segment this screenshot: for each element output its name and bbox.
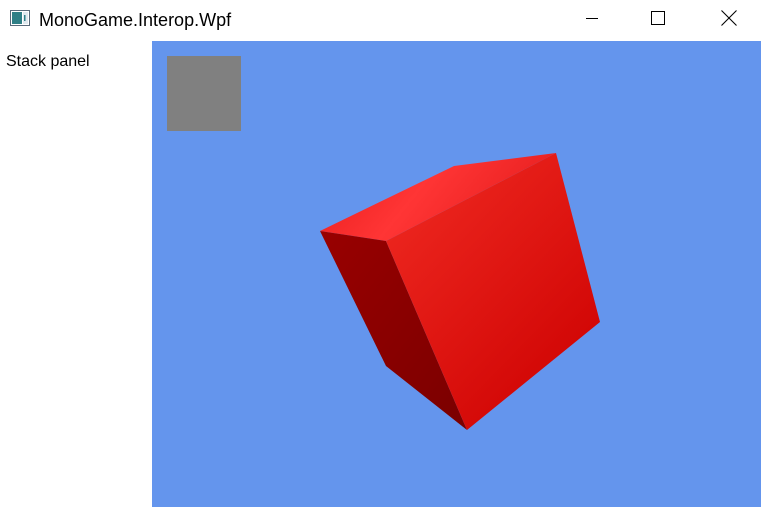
close-button[interactable] [706, 0, 752, 40]
close-icon [721, 9, 737, 31]
window-title: MonoGame.Interop.Wpf [39, 10, 232, 30]
maximize-button[interactable] [635, 0, 681, 40]
stack-panel: Stack panel [0, 40, 152, 507]
maximize-icon [651, 10, 665, 30]
app-window-icon [10, 10, 30, 26]
minimize-icon [586, 11, 598, 29]
gray-square [167, 56, 241, 131]
title-bar[interactable]: MonoGame.Interop.Wpf [0, 0, 761, 40]
minimize-button[interactable] [569, 0, 615, 40]
monogame-viewport[interactable] [152, 41, 761, 507]
stack-panel-label: Stack panel [6, 53, 90, 70]
